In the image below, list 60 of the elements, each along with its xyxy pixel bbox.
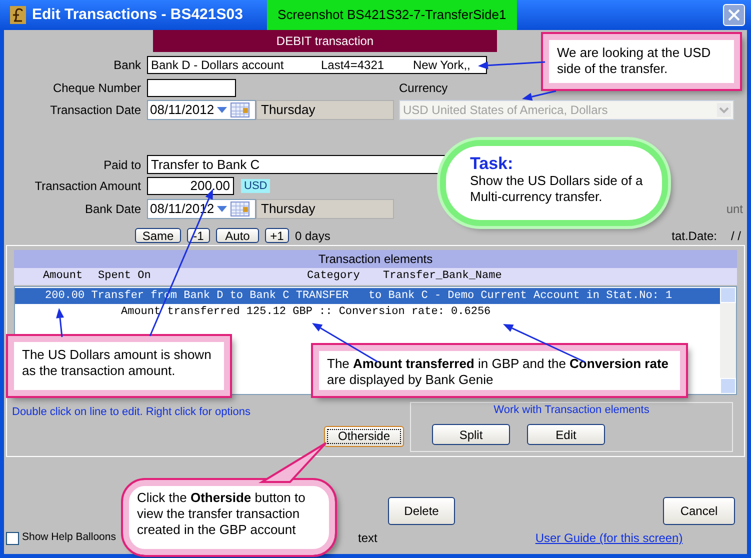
scrollbar[interactable] [720, 287, 736, 394]
callout-text: We are looking at the USD side of the transfer. [557, 45, 712, 77]
callout-text: The Amount transferred in GBP and the Conversion rate are displayed by Bank Genie [327, 356, 670, 388]
field-label: Transaction Amount [34, 179, 141, 193]
date-adjust-button[interactable]: -1 [187, 228, 210, 243]
date-adjust-button[interactable]: +1 [265, 228, 289, 243]
date-adjust-button[interactable]: Auto [216, 228, 259, 243]
account-text-fragment: unt [726, 201, 743, 218]
field-label: Paid to [104, 158, 141, 172]
checkbox-label: Show Help Balloons [22, 530, 116, 546]
otherside-button[interactable]: Otherside [324, 426, 404, 446]
calendar-icon[interactable] [230, 102, 250, 118]
currency-label: Currency [399, 80, 448, 97]
window-title: Edit Transactions - BS421S03 [32, 4, 243, 25]
callout-text: Show the US Dollars side of a Multi-currency transfer. [470, 173, 644, 205]
column-header: Transfer_Bank_Name [383, 270, 502, 282]
field-label: Bank Date [84, 202, 141, 216]
weekday-display: Thursday [256, 100, 394, 120]
field-label: Transaction Date [50, 103, 141, 117]
dropdown-arrow-icon[interactable] [217, 206, 228, 212]
element-action-button[interactable]: Edit [527, 424, 605, 445]
pointer-arrow [478, 61, 546, 70]
cancel-button[interactable]: Cancel [663, 497, 735, 525]
stat-date-value: / / [730, 228, 741, 244]
days-text: 0 days [295, 228, 330, 244]
weekday-display: Thursday [256, 199, 394, 219]
checkbox[interactable] [6, 532, 19, 544]
date-adjust-button[interactable]: Same [135, 228, 181, 243]
list-row[interactable]: 200.00 Transfer from Bank D to Bank C TRANSFER to Bank C - Demo Current Account in Stat.No: 1 [15, 288, 720, 304]
callout-text: Click the Otherside button to view the transfer transaction created in the GBP account [137, 490, 306, 538]
stat-date-label: tat.Date: [672, 228, 717, 244]
bank-field[interactable]: Bank D - Dollars account Last4=4321 New York,, [147, 56, 487, 74]
close-icon [728, 9, 740, 21]
calendar-icon[interactable] [230, 201, 250, 217]
delete-button[interactable]: Delete [388, 497, 455, 525]
list-row[interactable]: Amount transferred 125.12 GBP :: Conversion rate: 0.6256 [15, 304, 720, 320]
dropdown-arrow-icon[interactable] [217, 107, 228, 113]
date-field[interactable]: 08/11/2012 [147, 100, 256, 120]
column-header: Category [307, 270, 360, 282]
column-header: Spent On [98, 270, 151, 282]
currency-icon [10, 6, 26, 24]
user-guide-link[interactable]: User Guide (for this screen) [535, 529, 683, 547]
pointer-arrow [522, 90, 556, 101]
pointer-arrow [56, 308, 64, 338]
amount-field[interactable]: 200.00 [147, 177, 234, 195]
callout-text: The US Dollars amount is shown as the transaction amount. [22, 347, 212, 379]
currency-badge: USD [241, 179, 270, 193]
panel-header: Transaction elements [14, 250, 737, 268]
column-header: Amount [43, 270, 83, 282]
field-label: Cheque Number [52, 81, 141, 95]
list-hint: Double click on line to edit. Right click for options [12, 406, 250, 418]
close-button[interactable] [723, 4, 745, 26]
field-label: Bank [114, 58, 141, 72]
callout-title: Task: [470, 154, 514, 173]
cheque-number-field[interactable] [147, 79, 236, 97]
screenshot-label: Screenshot BS421S32-7-TransferSide1 [266, 0, 517, 30]
text-fragment: text [358, 530, 378, 547]
group-title: Work with Transaction elements [494, 404, 650, 416]
element-action-button[interactable]: Split [432, 424, 510, 445]
transaction-type-title: DEBIT transaction [276, 33, 374, 50]
